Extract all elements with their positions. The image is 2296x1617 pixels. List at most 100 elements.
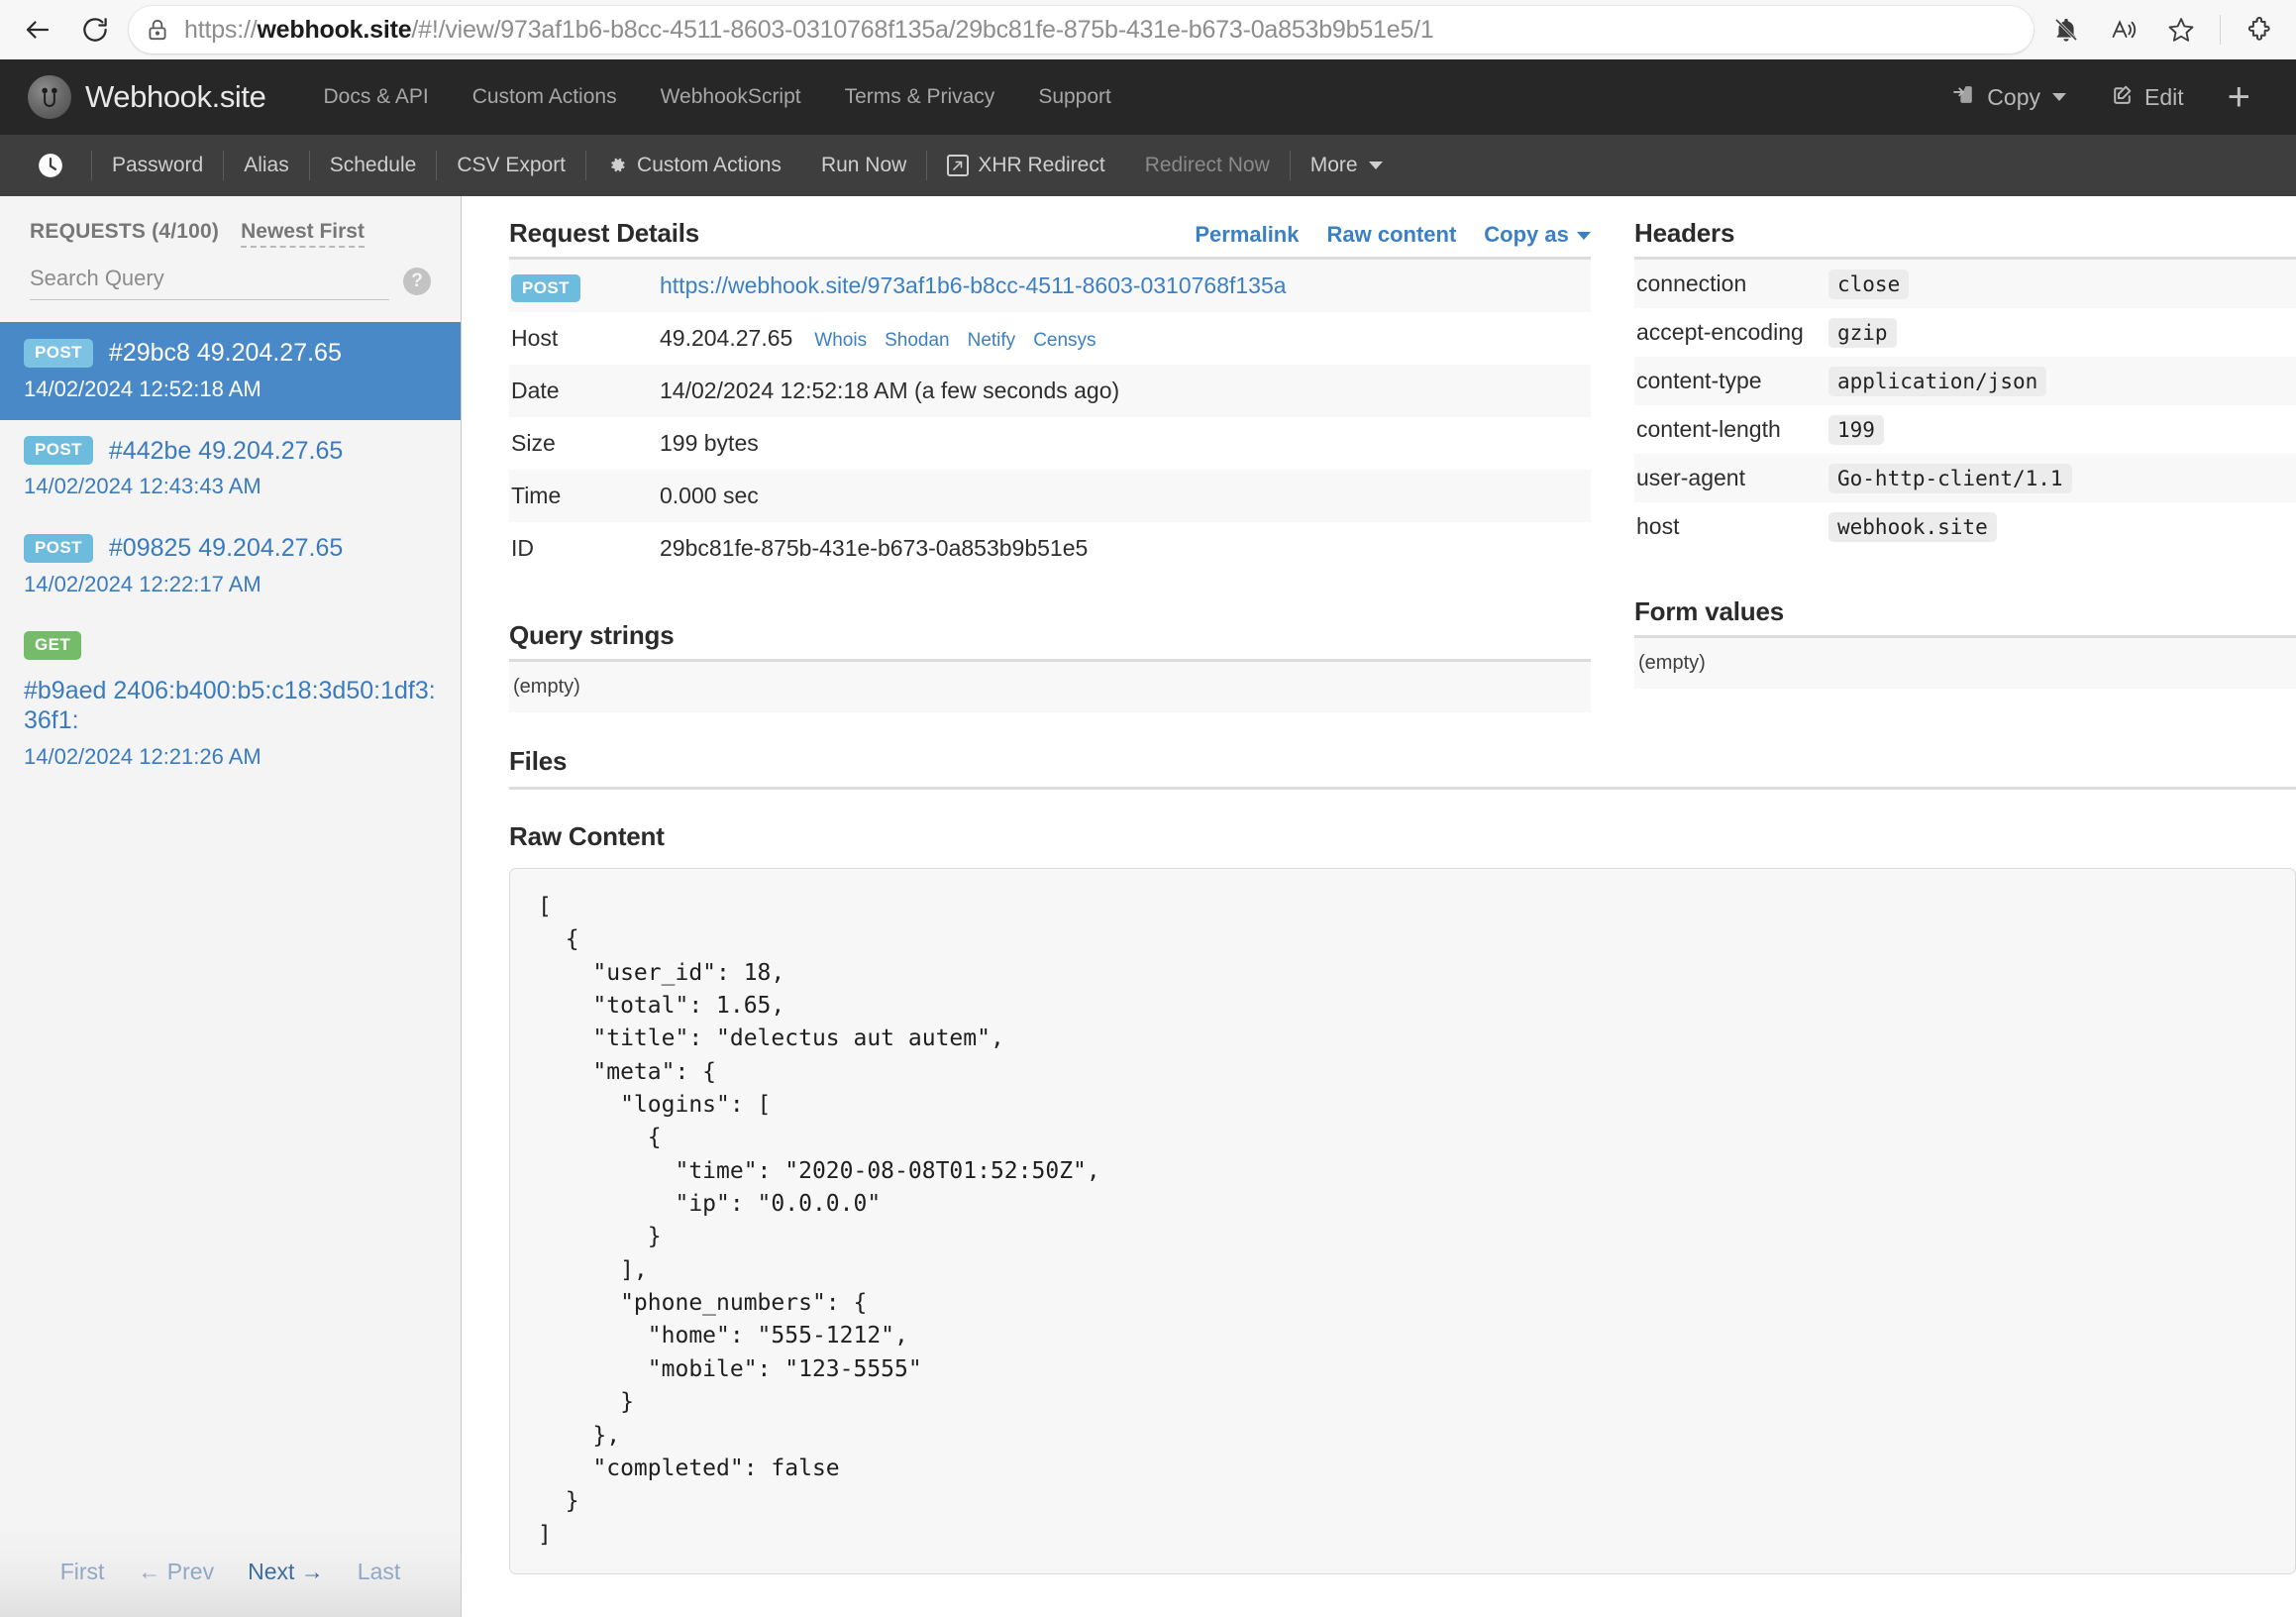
time-value: 0.000 sec — [658, 470, 1591, 522]
request-list-item[interactable]: POST #442be 49.204.27.65 14/02/2024 12:4… — [0, 420, 461, 518]
time-key: Time — [509, 470, 658, 522]
top-columns: Request Details Permalink Raw content Co… — [462, 218, 2296, 712]
extensions-puzzle-icon[interactable] — [2237, 7, 2282, 53]
request-timestamp: 14/02/2024 12:43:43 AM — [24, 474, 261, 498]
request-list-item[interactable]: GET #b9aed 2406:b400:b5:c18:3d50:1df3:36… — [0, 615, 461, 788]
pagination-prev[interactable]: ← Prev — [138, 1559, 214, 1585]
site-top-navigation: Webhook.site Docs & API Custom Actions W… — [0, 59, 2296, 135]
header-value: 199 — [1828, 415, 1884, 445]
raw-content-box[interactable]: [ { "user_id": 18, "total": 1.65, "title… — [509, 868, 2296, 1574]
toolbar-csv-export[interactable]: CSV Export — [437, 154, 585, 177]
raw-content-link[interactable]: Raw content — [1326, 222, 1456, 248]
table-row: connection close — [1634, 258, 2296, 308]
request-id-label: #442be 49.204.27.65 — [108, 436, 344, 465]
bell-muted-icon[interactable] — [2043, 7, 2089, 53]
request-id-label: #09825 49.204.27.65 — [108, 534, 344, 562]
pagination-first[interactable]: First — [60, 1559, 105, 1585]
header-value-cell: webhook.site — [1828, 502, 2296, 551]
requests-sidebar: REQUESTS (4/100) Newest First ? POST #29… — [0, 196, 462, 1617]
host-lookup-links: Whois Shodan Netify Censys — [814, 330, 1096, 352]
edit-label: Edit — [2144, 83, 2184, 110]
help-circle-icon[interactable]: ? — [403, 267, 431, 295]
read-aloud-icon[interactable] — [2101, 7, 2146, 53]
toolbar-alias[interactable]: Alias — [224, 154, 309, 177]
raw-content-body: [ { "user_id": 18, "total": 1.65, "title… — [538, 894, 1100, 1548]
pagination-next[interactable]: Next → — [248, 1559, 324, 1585]
pagination-controls: First ← Prev Next → Last — [0, 1526, 461, 1617]
netify-link[interactable]: Netify — [968, 330, 1016, 352]
reload-icon[interactable] — [71, 6, 119, 54]
toolbar-more[interactable]: More — [1291, 154, 1403, 177]
request-timestamp: 14/02/2024 12:22:17 AM — [24, 571, 261, 596]
toolbar-custom-actions[interactable]: Custom Actions — [586, 154, 801, 177]
nav-link-custom-actions[interactable]: Custom Actions — [451, 85, 639, 109]
table-row: host webhook.site — [1634, 502, 2296, 551]
chevron-down-icon — [1577, 232, 1591, 241]
header-value: webhook.site — [1828, 512, 1997, 542]
page-body: REQUESTS (4/100) Newest First ? POST #29… — [0, 196, 2296, 1617]
header-key: accept-encoding — [1636, 319, 1804, 345]
toolbar-password[interactable]: Password — [92, 154, 223, 177]
size-value: 199 bytes — [660, 430, 759, 456]
date-key: Date — [509, 365, 658, 417]
request-url-link[interactable]: https://webhook.site/973af1b6-b8cc-4511-… — [660, 272, 1287, 298]
method-badge: POST — [24, 436, 93, 466]
url-text: https://webhook.site/#!/view/973af1b6-b8… — [184, 15, 1434, 44]
requests-count-label: REQUESTS (4/100) — [30, 220, 220, 243]
toolbar-custom-actions-label: Custom Actions — [637, 154, 782, 176]
header-key: host — [1636, 513, 1680, 539]
table-row: Size 199 bytes — [509, 417, 1591, 470]
shodan-link[interactable]: Shodan — [885, 330, 950, 352]
sort-order-toggle[interactable]: Newest First — [241, 220, 365, 248]
pagination-last[interactable]: Last — [358, 1559, 400, 1585]
size-key: Size — [511, 430, 556, 456]
form-values-title: Form values — [1634, 596, 1784, 626]
header-key: connection — [1634, 258, 1828, 308]
query-strings-empty: (empty) — [509, 659, 1591, 712]
copy-button[interactable]: Copy — [1931, 82, 2088, 113]
clock-icon[interactable] — [36, 151, 65, 180]
method-badge: POST — [24, 533, 93, 563]
nav-link-support[interactable]: Support — [1016, 85, 1133, 109]
nav-link-webhookscript[interactable]: WebhookScript — [639, 85, 823, 109]
address-bar[interactable]: https://webhook.site/#!/view/973af1b6-b8… — [129, 6, 2034, 54]
new-button[interactable]: + — [2206, 77, 2272, 117]
copy-as-dropdown[interactable]: Copy as — [1484, 222, 1591, 248]
date-value: 14/02/2024 12:52:18 AM (a few seconds ag… — [658, 365, 1591, 417]
table-row: Time 0.000 sec — [509, 470, 1591, 522]
search-input[interactable] — [30, 262, 389, 300]
toolbar-redirect-now[interactable]: Redirect Now — [1125, 154, 1290, 177]
chevron-down-icon — [1368, 162, 1383, 169]
back-arrow-icon[interactable] — [14, 6, 61, 54]
nav-link-docs-api[interactable]: Docs & API — [301, 85, 450, 109]
request-list-item[interactable]: POST #29bc8 49.204.27.65 14/02/2024 12:5… — [0, 322, 461, 420]
toolbar-schedule[interactable]: Schedule — [310, 154, 437, 177]
table-row: POST https://webhook.site/973af1b6-b8cc-… — [509, 258, 1591, 312]
chevron-down-icon — [2052, 93, 2066, 101]
files-title: Files — [509, 746, 568, 776]
files-section: Files Raw Content [ { "user_id": 18, "to… — [462, 712, 2296, 1574]
censys-link[interactable]: Censys — [1033, 330, 1096, 352]
table-row: content-length 199 — [1634, 405, 2296, 454]
brand[interactable]: Webhook.site — [28, 75, 266, 119]
permalink-link[interactable]: Permalink — [1195, 222, 1299, 248]
sidebar-header: REQUESTS (4/100) Newest First ? — [0, 196, 461, 306]
query-strings-title: Query strings — [509, 620, 675, 650]
edit-button[interactable]: Edit — [2088, 82, 2206, 113]
whois-link[interactable]: Whois — [814, 330, 867, 352]
request-details-panel: Request Details Permalink Raw content Co… — [462, 218, 1620, 712]
method-badge: POST — [511, 274, 580, 302]
table-row: ID 29bc81fe-875b-431e-b673-0a853b9b51e5 — [509, 522, 1591, 575]
id-key: ID — [511, 535, 534, 561]
nav-link-terms-privacy[interactable]: Terms & Privacy — [823, 85, 1017, 109]
method-badge: POST — [24, 338, 93, 368]
header-value-cell: 199 — [1828, 405, 2296, 454]
favorite-star-icon[interactable] — [2158, 7, 2204, 53]
headers-title: Headers — [1634, 218, 1735, 248]
toolbar-xhr-redirect[interactable]: XHR Redirect — [927, 154, 1124, 177]
request-list-item[interactable]: POST #09825 49.204.27.65 14/02/2024 12:2… — [0, 517, 461, 615]
request-timestamp: 14/02/2024 12:52:18 AM — [24, 376, 261, 401]
toolbar-run-now[interactable]: Run Now — [801, 154, 926, 177]
url-path: /#!/view/973af1b6-b8cc-4511-8603-0310768… — [411, 15, 1434, 44]
request-timestamp: 14/02/2024 12:21:26 AM — [24, 743, 261, 769]
